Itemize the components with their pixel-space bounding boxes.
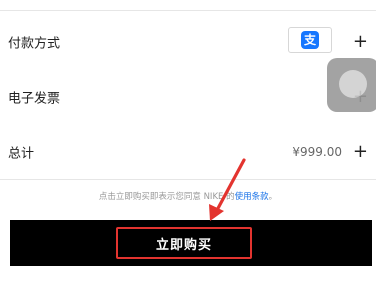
checkout-sheet: 付款方式 支 + 电子发票 + 总计 ¥999.00 + 点击立即购买即表示您同… [0,0,376,285]
bottom-strip [0,266,376,285]
annotation-arrow-icon [209,158,246,221]
